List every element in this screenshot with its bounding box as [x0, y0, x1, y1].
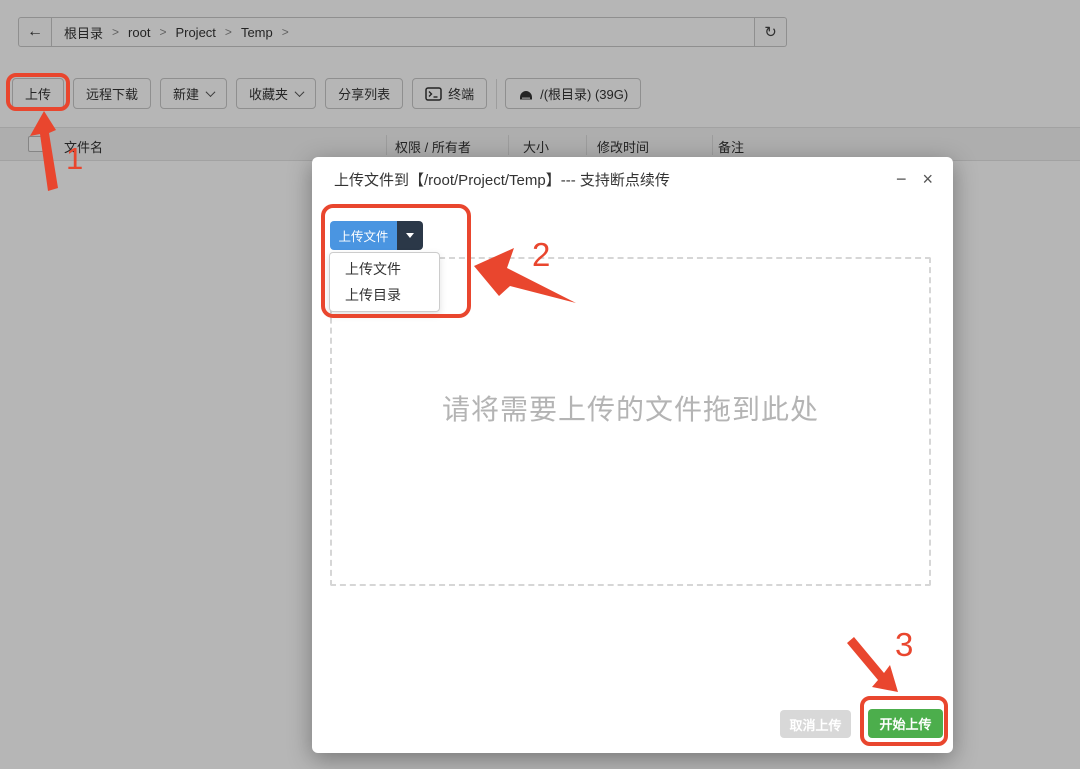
annotation-number-1: 1 [66, 143, 83, 174]
annotation-box-step3 [860, 696, 948, 746]
annotation-box-step2 [321, 204, 471, 318]
annotation-arrow-step2 [472, 247, 578, 309]
dialog-header: 上传文件到【/root/Project/Temp】--- 支持断点续传 − × [312, 157, 953, 201]
dialog-window-controls: − × [896, 170, 933, 188]
annotation-arrow-step1 [28, 108, 68, 198]
dropzone-hint-text: 请将需要上传的文件拖到此处 [442, 388, 819, 428]
annotation-number-2: 2 [532, 238, 550, 271]
annotation-number-3: 3 [895, 628, 913, 661]
minimize-icon[interactable]: − [896, 170, 907, 188]
cancel-upload-button[interactable]: 取消上传 [780, 710, 851, 738]
annotation-box-step1 [6, 73, 70, 111]
close-icon[interactable]: × [922, 170, 933, 188]
dialog-title: 上传文件到【/root/Project/Temp】--- 支持断点续传 [334, 169, 896, 190]
